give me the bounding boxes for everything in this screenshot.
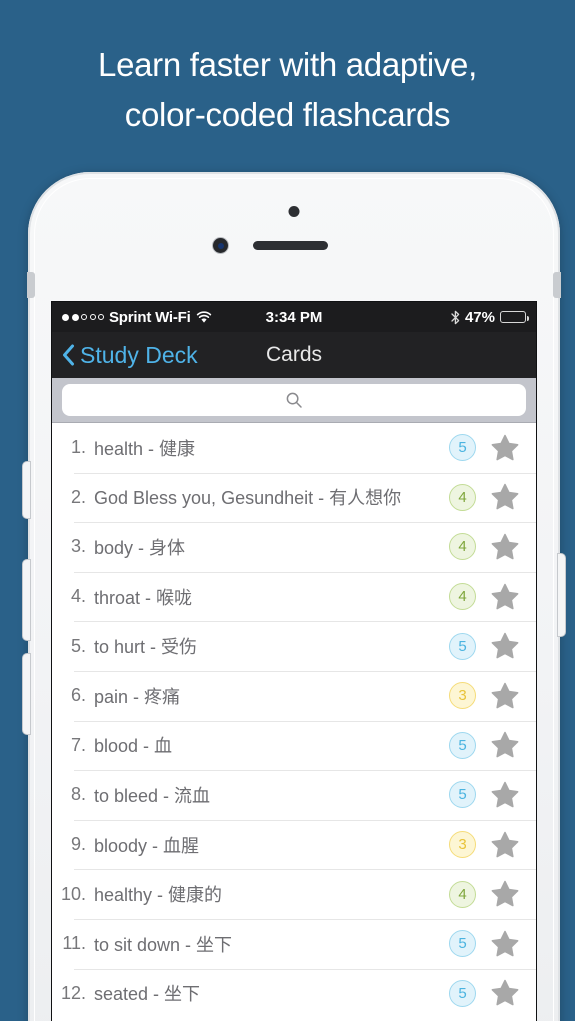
mastery-level-badge[interactable]: 4 — [449, 583, 476, 611]
mastery-level-badge[interactable]: 5 — [449, 731, 476, 759]
mastery-level-badge[interactable]: 5 — [449, 434, 476, 462]
card-term-label: health - 健康 — [94, 438, 196, 459]
page-title: Learn faster with adaptive, color-coded … — [0, 40, 575, 140]
row-index: 8. — [70, 784, 86, 805]
card-term-label: seated - 坐下 — [94, 984, 201, 1005]
row-index: 11. — [62, 933, 86, 954]
mastery-level-badge[interactable]: 4 — [449, 533, 476, 561]
antenna-line-right — [553, 272, 561, 298]
card-term-label: to bleed - 流血 — [94, 785, 211, 806]
table-row[interactable]: 9. bloody - 血腥 3 — [52, 819, 536, 870]
table-row[interactable]: 3. body - 身体 4 — [52, 522, 536, 572]
mastery-level-badge[interactable]: 3 — [449, 682, 476, 710]
carrier-label: Sprint Wi-Fi — [109, 308, 191, 326]
table-row[interactable]: 8. to bleed - 流血 5 — [52, 770, 536, 820]
table-row[interactable]: 12. seated - 坐下 5 — [52, 968, 536, 1019]
card-term-label: to sit down - 坐下 — [94, 934, 233, 955]
star-icon[interactable] — [490, 582, 520, 612]
back-button[interactable]: Study Deck — [52, 342, 198, 369]
mastery-level-badge[interactable]: 3 — [449, 831, 476, 859]
row-index: 9. — [70, 834, 86, 855]
row-index: 7. — [70, 734, 86, 755]
star-icon[interactable] — [490, 631, 520, 661]
table-row[interactable]: 10. healthy - 健康的 4 — [52, 869, 536, 919]
mastery-level-badge[interactable]: 4 — [449, 483, 476, 511]
star-icon[interactable] — [490, 482, 520, 512]
table-row[interactable]: 5. to hurt - 受伤 5 — [52, 621, 536, 671]
table-row[interactable]: 1. health - 健康 5 — [52, 423, 536, 473]
card-term-label: bloody - 血腥 — [94, 835, 200, 856]
star-icon[interactable] — [490, 879, 520, 909]
star-icon[interactable] — [490, 830, 520, 860]
antenna-line-left — [27, 272, 35, 298]
row-index: 3. — [70, 536, 86, 557]
signal-strength-icon — [62, 313, 104, 321]
table-row[interactable]: 11. to sit down - 坐下 5 — [52, 918, 536, 969]
mastery-level-badge[interactable]: 4 — [449, 880, 476, 908]
volume-down-button[interactable] — [23, 654, 30, 734]
card-term-label: God Bless you, Gesundheit - 有人想你 — [94, 488, 402, 509]
star-icon[interactable] — [490, 532, 520, 562]
back-button-label: Study Deck — [80, 341, 198, 368]
card-term-label: to hurt - 受伤 — [94, 637, 198, 658]
bluetooth-icon — [451, 310, 460, 325]
navigation-bar: Study Deck Cards — [52, 332, 536, 378]
mastery-level-badge[interactable]: 5 — [449, 632, 476, 660]
table-row[interactable]: 4. throat - 喉咙 4 — [52, 571, 536, 622]
battery-percent-label: 47% — [464, 308, 495, 326]
card-list: 1. health - 健康 5 2. God Bless you, Gesundhei… — [52, 423, 536, 1019]
phone-mockup: Sprint Wi-Fi 3:34 PM 47% Study Deck Card… — [23, 172, 565, 1021]
proximity-sensor-icon — [288, 206, 300, 217]
table-row[interactable]: 2. God Bless you, Gesundheit - 有人想你 4 — [52, 472, 536, 523]
table-row[interactable]: 7. blood - 血 5 — [52, 720, 536, 771]
chevron-left-icon — [62, 344, 75, 366]
headline-line-1: Learn faster with adaptive, — [98, 46, 477, 83]
card-term-label: blood - 血 — [94, 736, 173, 757]
row-index: 4. — [70, 586, 86, 607]
star-icon[interactable] — [490, 730, 520, 760]
mastery-level-badge[interactable]: 5 — [449, 930, 476, 958]
power-button[interactable] — [558, 554, 565, 636]
status-bar-right: 47% — [451, 308, 529, 326]
status-bar: Sprint Wi-Fi 3:34 PM 47% — [52, 302, 536, 332]
star-icon[interactable] — [490, 780, 520, 810]
front-camera-icon — [213, 238, 228, 253]
headline-line-2: color-coded flashcards — [124, 96, 451, 133]
card-term-label: throat - 喉咙 — [94, 587, 193, 608]
card-term-label: pain - 疼痛 — [94, 686, 181, 707]
row-index: 2. — [70, 486, 86, 507]
silent-switch-button[interactable] — [23, 462, 30, 518]
row-index: 1. — [70, 437, 86, 458]
search-input[interactable] — [62, 384, 526, 416]
row-index: 12. — [60, 982, 86, 1003]
row-index: 6. — [70, 685, 86, 706]
mastery-level-badge[interactable]: 5 — [449, 781, 476, 809]
earpiece-speaker-icon — [253, 241, 328, 250]
star-icon[interactable] — [490, 978, 520, 1008]
search-icon — [285, 391, 303, 409]
row-index: 5. — [70, 635, 86, 656]
star-icon[interactable] — [490, 929, 520, 959]
phone-screen: Sprint Wi-Fi 3:34 PM 47% Study Deck Card… — [52, 302, 536, 1021]
wifi-icon — [196, 310, 212, 324]
search-bar — [52, 378, 536, 423]
card-term-label: body - 身体 — [94, 537, 186, 558]
row-index: 10. — [60, 883, 86, 904]
mastery-level-badge[interactable]: 5 — [449, 979, 476, 1007]
table-row[interactable]: 6. pain - 疼痛 3 — [52, 670, 536, 721]
card-term-label: healthy - 健康的 — [94, 885, 223, 906]
battery-icon — [500, 311, 529, 323]
volume-up-button[interactable] — [23, 560, 30, 640]
status-bar-left: Sprint Wi-Fi — [62, 309, 212, 326]
star-icon[interactable] — [490, 433, 520, 463]
star-icon[interactable] — [490, 681, 520, 711]
